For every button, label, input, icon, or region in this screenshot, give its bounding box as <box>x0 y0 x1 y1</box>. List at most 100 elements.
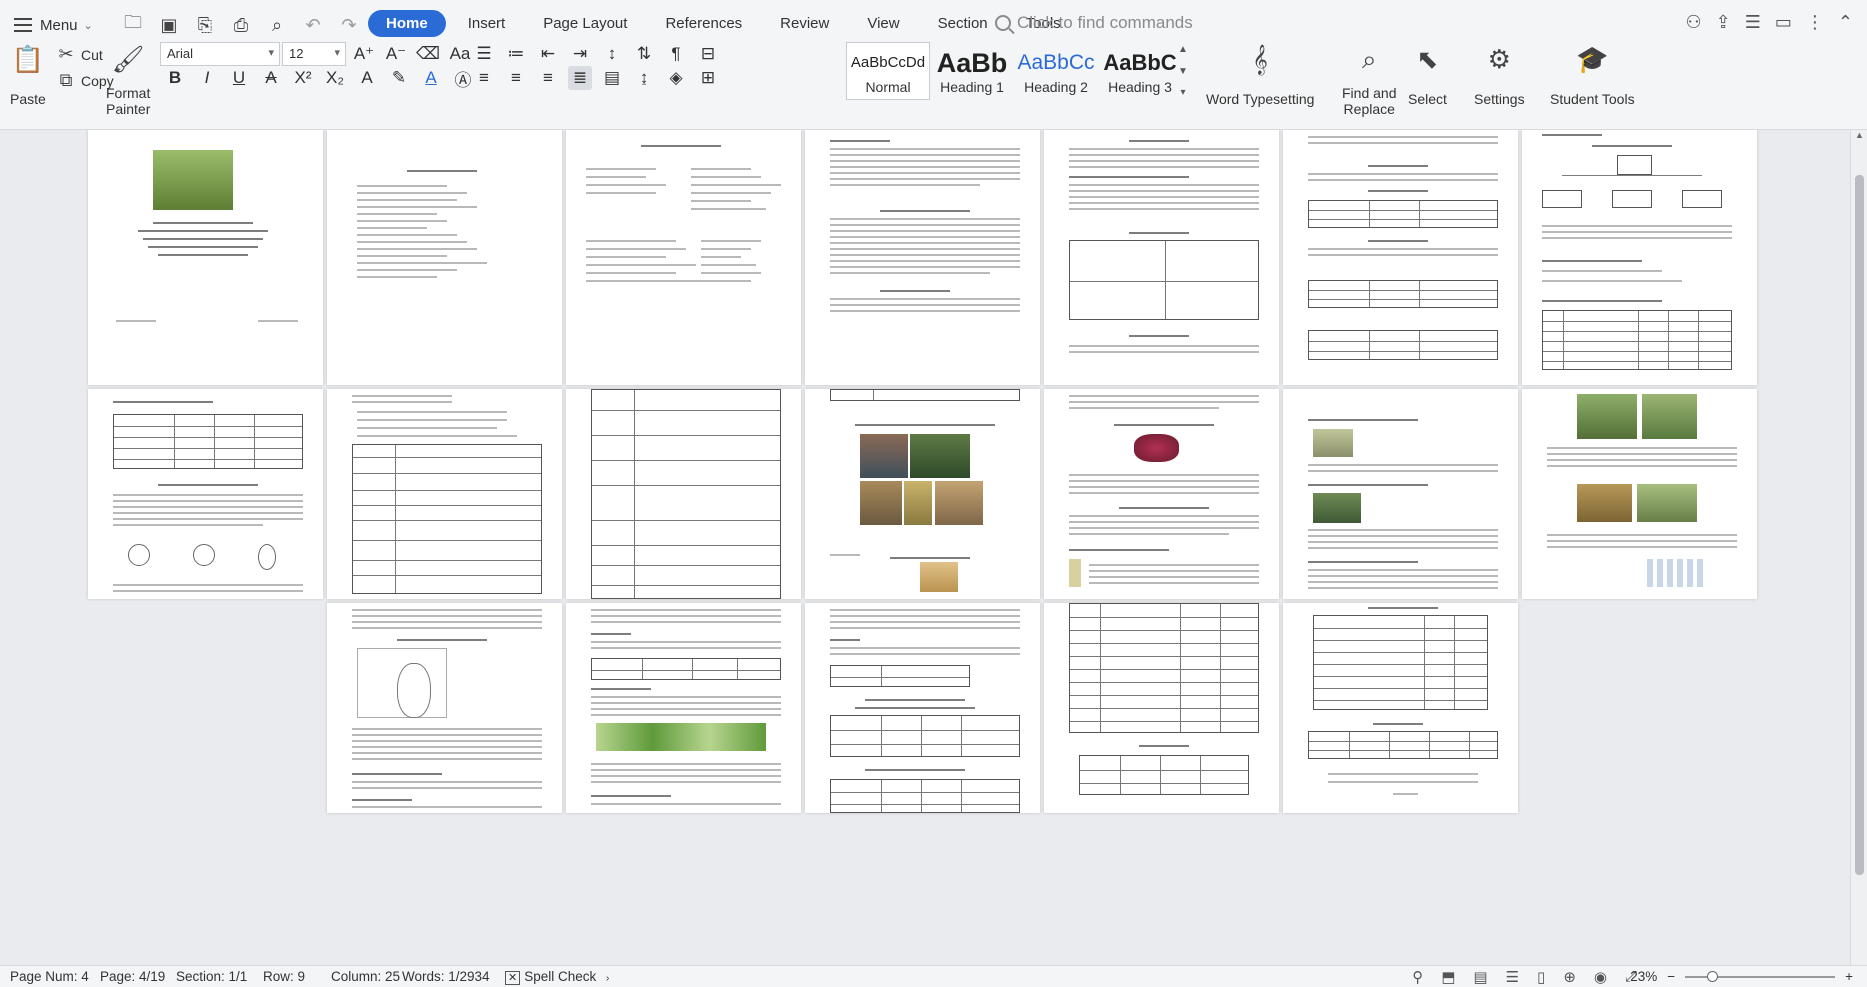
share-icon[interactable]: ⇪ <box>1716 12 1731 33</box>
document-page[interactable] <box>1522 389 1757 599</box>
line-numbers-icon[interactable]: ⊟ <box>696 42 720 66</box>
document-page[interactable] <box>1283 603 1518 813</box>
more-styles-icon[interactable]: ▾ <box>1180 87 1185 98</box>
align-center-icon[interactable]: ≡ <box>504 66 528 90</box>
document-canvas[interactable] <box>0 130 1867 965</box>
zoom-in-icon[interactable]: + <box>1845 969 1853 984</box>
italic-icon[interactable]: I <box>195 66 219 90</box>
grow-font-icon[interactable]: A⁺ <box>352 42 376 66</box>
show-marks-icon[interactable]: ¶ <box>664 42 688 66</box>
subscript-icon[interactable]: X₂ <box>323 66 347 90</box>
tab-references[interactable]: References <box>649 10 758 37</box>
chevron-down-icon[interactable]: ▼ <box>1178 66 1188 77</box>
scrollbar-thumb[interactable] <box>1855 175 1864 875</box>
status-page[interactable]: Page: 4/19 <box>100 969 165 984</box>
increase-indent-icon[interactable]: ⇥ <box>568 42 592 66</box>
print-layout-icon[interactable]: ▤ <box>1473 968 1487 986</box>
distributed-icon[interactable]: ▤ <box>600 66 624 90</box>
scroll-up-icon[interactable]: ▲ <box>1851 130 1867 146</box>
status-words[interactable]: Words: 1/2934 <box>402 969 490 984</box>
eye-protection-icon[interactable]: ◉ <box>1594 968 1607 986</box>
student-tools-button[interactable]: 🎓 Student Tools <box>1550 42 1635 107</box>
document-page[interactable] <box>1044 130 1279 385</box>
zoom-slider-knob[interactable] <box>1707 970 1719 982</box>
status-section[interactable]: Section: 1/1 <box>176 969 247 984</box>
web-layout-icon[interactable]: ⊕ <box>1563 968 1576 986</box>
style-normal[interactable]: AaBbCcDd Normal <box>846 42 930 100</box>
command-search[interactable]: Click to find commands <box>995 13 1193 33</box>
comment-icon[interactable]: ▭ <box>1775 12 1792 33</box>
outline-view-icon[interactable]: ☰ <box>1506 968 1519 986</box>
style-heading-2[interactable]: AaBbCc Heading 2 <box>1014 42 1098 100</box>
word-typesetting-button[interactable]: 𝄞 Word Typesetting <box>1206 42 1314 107</box>
undo-icon[interactable]: ↶ <box>298 12 328 38</box>
borders-icon[interactable]: ⊞ <box>696 66 720 90</box>
spell-check-button[interactable]: ✕ Spell Check › <box>505 969 609 985</box>
document-page[interactable] <box>1044 389 1279 599</box>
track-changes-icon[interactable]: ⚲ <box>1412 968 1423 986</box>
font-name-select[interactable]: Arial <box>160 42 280 66</box>
document-page[interactable] <box>805 130 1040 385</box>
document-page[interactable] <box>1283 389 1518 599</box>
underline-icon[interactable]: U <box>227 66 251 90</box>
align-right-icon[interactable]: ≡ <box>536 66 560 90</box>
document-page[interactable] <box>805 389 1040 599</box>
document-page[interactable] <box>566 603 801 813</box>
chevron-up-icon[interactable]: ▲ <box>1178 44 1188 55</box>
sort-icon[interactable]: ⇅ <box>632 42 656 66</box>
document-page[interactable] <box>88 130 323 385</box>
collapse-ribbon-icon[interactable]: ⌃ <box>1838 12 1853 33</box>
numbering-icon[interactable]: ≔ <box>504 42 528 66</box>
text-direction-icon[interactable]: ↕ <box>600 42 624 66</box>
more-icon[interactable]: ⋮ <box>1806 12 1824 33</box>
font-size-select[interactable]: 12 <box>282 42 346 66</box>
bullets-icon[interactable]: ☰ <box>472 42 496 66</box>
bold-icon[interactable]: B <box>163 66 187 90</box>
export-pdf-icon[interactable]: ⎘ <box>190 12 220 38</box>
copy-button[interactable]: ⧉ Copy <box>55 70 114 91</box>
tab-page-layout[interactable]: Page Layout <box>527 10 643 37</box>
shading-icon[interactable]: ◈ <box>664 66 688 90</box>
document-page[interactable] <box>805 603 1040 813</box>
zoom-out-icon[interactable]: − <box>1667 969 1675 984</box>
menu-button[interactable]: Menu ⌄ <box>14 12 93 38</box>
document-page[interactable] <box>88 389 323 599</box>
style-heading-1[interactable]: AaBb Heading 1 <box>930 42 1014 100</box>
document-page[interactable] <box>327 603 562 813</box>
decrease-indent-icon[interactable]: ⇤ <box>536 42 560 66</box>
print-icon[interactable]: ⎙ <box>226 12 256 38</box>
save-icon[interactable]: ▣ <box>154 12 184 38</box>
redo-icon[interactable]: ↷ <box>334 12 364 38</box>
status-page-num[interactable]: Page Num: 4 <box>10 969 89 984</box>
collaborate-icon[interactable]: ⚇ <box>1686 12 1702 33</box>
text-effects-icon[interactable]: A <box>355 66 379 90</box>
shrink-font-icon[interactable]: A⁻ <box>384 42 408 66</box>
highlight-icon[interactable]: ✎ <box>387 66 411 90</box>
strikethrough-icon[interactable]: A <box>259 66 283 90</box>
tab-view[interactable]: View <box>851 10 915 37</box>
paste-button[interactable]: 📋 Paste <box>10 42 46 107</box>
style-heading-3[interactable]: AaBbC Heading 3 <box>1098 42 1182 100</box>
print-preview-icon[interactable]: ⌕ <box>262 12 292 38</box>
justify-icon[interactable]: ≣ <box>568 66 592 90</box>
document-page[interactable] <box>327 389 562 599</box>
tab-insert[interactable]: Insert <box>452 10 522 37</box>
align-left-icon[interactable]: ≡ <box>472 66 496 90</box>
clear-format-icon[interactable]: ⌫ <box>416 42 440 66</box>
open-folder-icon[interactable]: 🗀 <box>118 12 148 38</box>
styles-scroll[interactable]: ▲ ▼ ▾ <box>1176 44 1190 98</box>
select-button[interactable]: ⬉ Select <box>1408 42 1447 107</box>
tab-section[interactable]: Section <box>922 10 1004 37</box>
cut-button[interactable]: ✂ Cut <box>55 44 102 65</box>
settings-button[interactable]: ⚙ Settings <box>1474 42 1525 107</box>
font-color-icon[interactable]: A <box>419 66 443 90</box>
document-page[interactable] <box>1283 130 1518 385</box>
vertical-scrollbar[interactable]: ▲ <box>1850 130 1867 965</box>
zoom-level[interactable]: 23% <box>1630 969 1657 984</box>
line-spacing-icon[interactable]: ↨ <box>632 66 656 90</box>
reading-mode-icon[interactable]: ▯ <box>1537 968 1545 986</box>
tab-home[interactable]: Home <box>368 10 446 37</box>
find-replace-button[interactable]: ⌕ Find and Replace <box>1342 42 1396 117</box>
format-painter-button[interactable]: 🖌 Format Painter <box>106 42 150 117</box>
document-page[interactable] <box>1044 603 1279 813</box>
